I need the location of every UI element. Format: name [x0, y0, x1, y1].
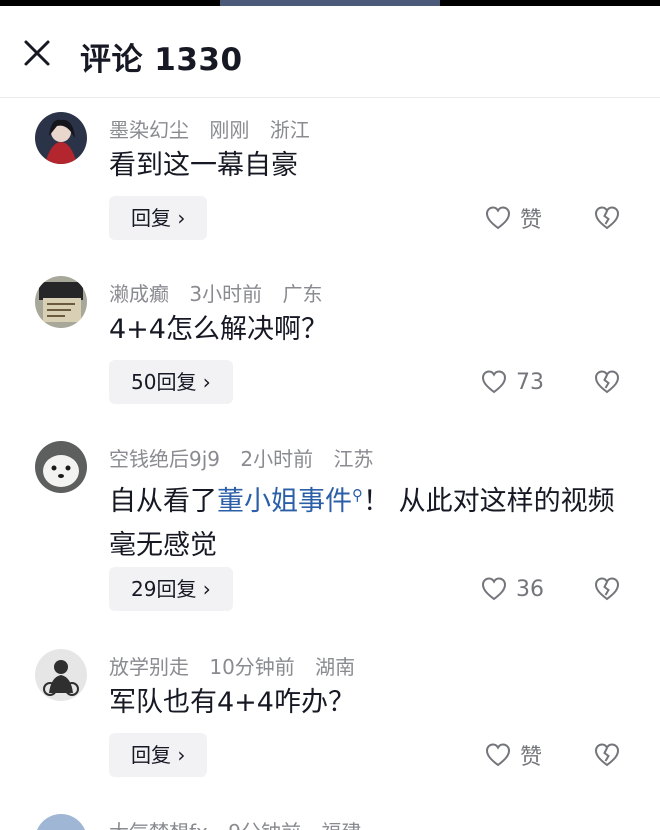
username[interactable]: 大气梦想fx: [109, 820, 208, 830]
avatar[interactable]: [35, 814, 87, 830]
comment-location: 广东: [282, 282, 323, 306]
heart-icon: [481, 577, 507, 601]
avatar[interactable]: [35, 441, 87, 493]
comment-time: 10分钟前: [209, 655, 295, 679]
broken-heart-icon: [594, 370, 620, 394]
search-icon: ⚲: [352, 486, 363, 504]
dislike-button[interactable]: [593, 368, 621, 396]
heart-icon: [485, 206, 511, 230]
username[interactable]: 墨染幻尘: [109, 118, 189, 142]
comment-location: 浙江: [269, 118, 310, 142]
username[interactable]: 空钱绝后9j9: [109, 447, 220, 471]
hashtag-link[interactable]: 董小姐事件⚲: [217, 486, 363, 517]
comment-time: 3小时前: [189, 282, 263, 306]
like-count: 赞: [520, 208, 543, 233]
broken-heart-icon: [594, 577, 620, 601]
like-count: 36: [516, 576, 544, 602]
comment-time: 9分钟前: [228, 820, 301, 830]
broken-heart-icon: [594, 206, 620, 230]
comment-text: 4+4怎么解决啊？: [109, 314, 328, 345]
reply-button[interactable]: 回复 ›: [109, 196, 208, 240]
comments-header: 评论 1330: [0, 6, 660, 98]
like-button[interactable]: 36: [480, 569, 544, 609]
like-button[interactable]: 赞: [484, 735, 542, 775]
avatar[interactable]: [35, 276, 87, 328]
like-count: 73: [516, 369, 544, 395]
page-title: 评论 1330: [80, 42, 243, 78]
avatar[interactable]: [35, 649, 87, 701]
reply-button[interactable]: 29回复 ›: [109, 567, 233, 611]
comment-text: 军队也有4+4咋办？: [109, 687, 355, 718]
dislike-button[interactable]: [593, 204, 621, 232]
comment-location: 湖南: [315, 655, 356, 679]
username[interactable]: 放学别走: [109, 655, 189, 679]
comment-location: 江苏: [333, 447, 374, 471]
like-button[interactable]: 赞: [484, 198, 542, 238]
like-count: 赞: [520, 745, 543, 770]
hashtag-link-text: 董小姐事件: [217, 486, 352, 517]
comment-time: 刚刚: [209, 118, 250, 142]
comment-meta: 放学别走 10分钟前 湖南: [109, 651, 369, 680]
heart-icon: [485, 743, 511, 767]
reply-button[interactable]: 50回复 ›: [109, 360, 233, 404]
comment-text-part: 自从看了: [109, 486, 217, 517]
comment-meta: 大气梦想fx 9分钟前 福建: [109, 816, 375, 830]
comment-meta: 空钱绝后9j9 2小时前 江苏: [109, 443, 387, 472]
comment-text: 看到这一幕自豪: [109, 150, 298, 181]
close-button[interactable]: [20, 36, 54, 70]
comment-meta: 濑成癫 3小时前 广东: [109, 278, 336, 307]
dislike-button[interactable]: [593, 575, 621, 603]
dislike-button[interactable]: [593, 741, 621, 769]
avatar[interactable]: [35, 112, 87, 164]
comment-text: 自从看了董小姐事件⚲！ 从此对这样的视频毫无感觉: [109, 473, 629, 568]
heart-icon: [481, 370, 507, 394]
username[interactable]: 濑成癫: [109, 282, 169, 306]
comment-location: 福建: [321, 820, 361, 830]
like-button[interactable]: 73: [480, 362, 544, 402]
broken-heart-icon: [594, 743, 620, 767]
close-icon: [24, 40, 50, 66]
reply-button[interactable]: 回复 ›: [109, 733, 208, 777]
comment-time: 2小时前: [240, 447, 314, 471]
comment-meta: 墨染幻尘 刚刚 浙江: [109, 114, 324, 143]
